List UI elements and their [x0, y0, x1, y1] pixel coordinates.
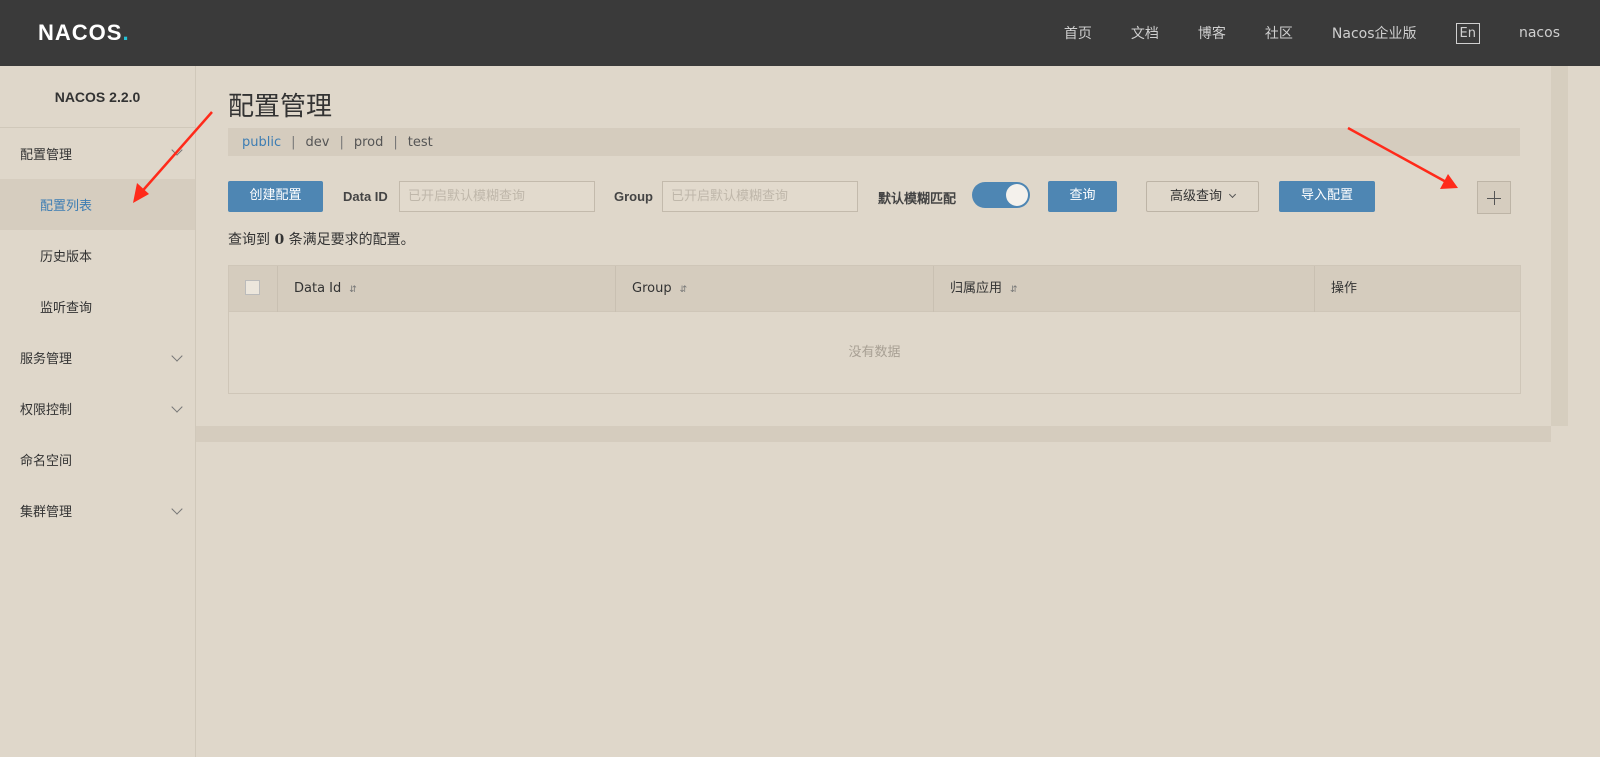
namespace-public[interactable]: public: [242, 135, 281, 150]
column-header-group[interactable]: Group ⇵: [616, 266, 934, 312]
add-config-button[interactable]: [1477, 181, 1511, 214]
query-button[interactable]: 查询: [1048, 181, 1117, 212]
logo-text-2: OS: [88, 20, 123, 45]
query-result-summary: 查询到 0 条满足要求的配置。: [228, 229, 415, 249]
sidebar-item-label: 配置管理: [20, 148, 73, 163]
column-label: 归属应用: [950, 281, 1003, 296]
sidebar-item-namespace[interactable]: 命名空间: [0, 434, 195, 485]
result-count: 0: [274, 232, 285, 248]
namespace-prod[interactable]: prod: [354, 135, 384, 150]
sidebar-item-config-management[interactable]: 配置管理: [0, 128, 195, 179]
column-header-app[interactable]: 归属应用 ⇵: [934, 266, 1315, 312]
namespace-bar: public | dev | prod | test: [228, 128, 1520, 156]
result-prefix: 查询到: [228, 232, 270, 248]
namespace-separator: |: [339, 134, 344, 150]
nacos-logo[interactable]: NAC OS.: [38, 18, 129, 48]
table-header: Data Id ⇵ Group ⇵ 归属应用 ⇵ 操作: [229, 266, 1520, 312]
sort-icon[interactable]: ⇵: [349, 285, 357, 295]
column-header-actions: 操作: [1315, 266, 1520, 312]
sidebar-item-label: 配置列表: [40, 199, 93, 214]
nav-community[interactable]: 社区: [1265, 23, 1293, 43]
import-config-button[interactable]: 导入配置: [1279, 181, 1375, 212]
namespace-test[interactable]: test: [408, 135, 433, 150]
sort-icon[interactable]: ⇵: [680, 285, 688, 295]
chevron-down-icon: [171, 350, 183, 362]
logo-text: NAC: [38, 20, 89, 45]
sidebar-item-config-list[interactable]: 配置列表: [0, 179, 195, 230]
sidebar-item-label: 集群管理: [20, 505, 73, 520]
language-switch-button[interactable]: En: [1455, 22, 1480, 44]
toggle-knob: [1006, 184, 1028, 206]
sidebar-item-label: 命名空间: [20, 454, 73, 469]
dataid-search-input[interactable]: [399, 181, 595, 212]
page-title: 配置管理: [228, 92, 333, 122]
sidebar-item-label: 服务管理: [20, 352, 73, 367]
fuzzy-match-toggle[interactable]: [972, 182, 1030, 208]
column-header-dataid[interactable]: Data Id ⇵: [278, 266, 616, 312]
plus-icon-vertical: [1494, 191, 1495, 205]
nav-home[interactable]: 首页: [1064, 23, 1092, 43]
result-suffix: 条满足要求的配置。: [288, 232, 415, 248]
config-table: Data Id ⇵ Group ⇵ 归属应用 ⇵ 操作 没有数据: [228, 265, 1521, 394]
sidebar-item-label: 监听查询: [40, 301, 93, 316]
nav-blog[interactable]: 博客: [1198, 23, 1226, 43]
sort-icon[interactable]: ⇵: [1010, 285, 1018, 295]
namespace-dev[interactable]: dev: [306, 135, 330, 150]
namespace-separator: |: [291, 134, 296, 150]
sidebar-item-history[interactable]: 历史版本: [0, 230, 195, 281]
vertical-scrollbar[interactable]: [1551, 66, 1568, 426]
sidebar-item-label: 权限控制: [20, 403, 73, 418]
create-config-button[interactable]: 创建配置: [228, 181, 323, 212]
column-label: Group: [632, 281, 672, 296]
chevron-down-icon: [171, 401, 183, 413]
user-menu[interactable]: nacos: [1519, 25, 1560, 41]
sidebar-item-access-control[interactable]: 权限控制: [0, 383, 195, 434]
content-bottom-strip: [196, 426, 1551, 442]
nav-docs[interactable]: 文档: [1131, 23, 1159, 43]
chevron-down-icon: [171, 503, 183, 515]
chevron-down-icon: [1228, 190, 1237, 199]
group-search-input[interactable]: [662, 181, 858, 212]
dataid-label: Data ID: [343, 189, 388, 204]
column-label: 操作: [1331, 281, 1358, 296]
sidebar-item-service-management[interactable]: 服务管理: [0, 332, 195, 383]
table-empty-message: 没有数据: [848, 345, 901, 360]
select-all-checkbox[interactable]: [245, 280, 260, 295]
sidebar: NACOS 2.2.0 配置管理 配置列表 历史版本 监听查询 服务管理 权限控…: [0, 66, 196, 757]
chevron-down-icon: [171, 144, 183, 156]
advanced-query-label: 高级查询: [1169, 189, 1222, 204]
nav-enterprise[interactable]: Nacos企业版: [1332, 23, 1417, 43]
top-nav: 首页 文档 博客 社区 Nacos企业版 En nacos: [1064, 0, 1600, 66]
sidebar-item-listener-query[interactable]: 监听查询: [0, 281, 195, 332]
select-all-cell: [229, 266, 278, 312]
main-content: 配置管理 public | dev | prod | test 创建配置 Dat…: [196, 66, 1551, 442]
top-navbar: NAC OS. 首页 文档 博客 社区 Nacos企业版 En nacos: [0, 0, 1600, 66]
sidebar-item-cluster-management[interactable]: 集群管理: [0, 485, 195, 536]
fuzzy-match-label: 默认模糊匹配: [878, 192, 957, 207]
sidebar-version-title: NACOS 2.2.0: [0, 66, 195, 128]
namespace-separator: |: [393, 134, 398, 150]
column-label: Data Id: [294, 281, 342, 296]
advanced-query-button[interactable]: 高级查询: [1146, 181, 1259, 212]
group-label: Group: [614, 189, 653, 204]
logo-dot: .: [122, 20, 129, 45]
sidebar-item-label: 历史版本: [40, 250, 93, 265]
